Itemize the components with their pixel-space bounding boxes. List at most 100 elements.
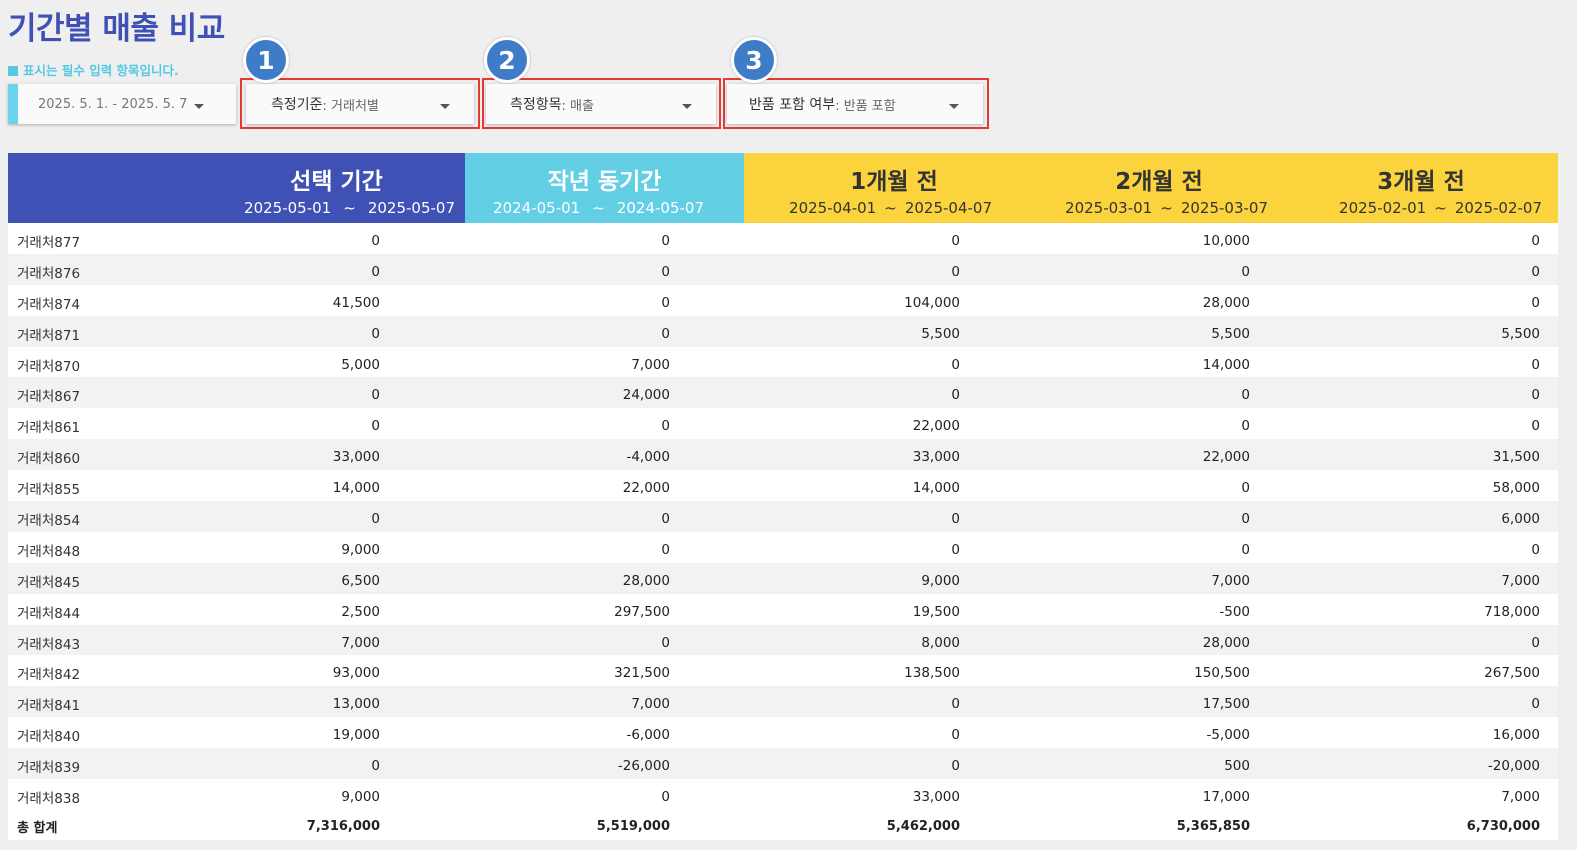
cell-1-month: 33,000 bbox=[912, 789, 960, 806]
required-note: 표시는 필수 입력 항목입니다. bbox=[8, 60, 179, 79]
table-row[interactable]: 거래처842 93,000 321,500 138,500 150,500 267,500 bbox=[8, 655, 1558, 687]
cell-3-months: 7,000 bbox=[1501, 789, 1540, 806]
header-title: 1개월 전 bbox=[850, 169, 938, 195]
cell-3-months: 0 bbox=[1531, 294, 1540, 311]
cell-1-month: 19,500 bbox=[912, 603, 960, 620]
cell-selected: 0 bbox=[371, 233, 380, 249]
table-row[interactable]: 거래처840 19,000 -6,000 0 -5,000 16,000 bbox=[8, 717, 1558, 749]
row-name: 거래처840 bbox=[17, 729, 81, 746]
cell-2-months: 0 bbox=[1241, 263, 1250, 280]
metric-dropdown[interactable]: 측정항목: 매출 bbox=[486, 84, 716, 124]
table-row[interactable]: 거래처848 9,000 0 0 0 0 bbox=[8, 531, 1558, 563]
row-name: 거래처848 bbox=[17, 543, 81, 560]
cell-3-months: 0 bbox=[1531, 387, 1540, 404]
table-row[interactable]: 거래처843 7,000 0 8,000 28,000 0 bbox=[8, 624, 1558, 656]
cell-2-months: 5,500 bbox=[1211, 325, 1250, 342]
header-end: 2024-05-07 bbox=[616, 199, 704, 217]
header-start: 2024-05-01 bbox=[493, 199, 581, 217]
table-row[interactable]: 거래처854 0 0 0 0 6,000 bbox=[8, 501, 1558, 532]
table-row[interactable]: 거래처867 0 24,000 0 0 0 bbox=[8, 377, 1558, 409]
table-body: 거래처877 0 0 0 10,000 0 거래처876 0 0 0 0 0 거래처874 41,50… bbox=[8, 223, 1558, 810]
header-end: 2025-03-07 bbox=[1180, 199, 1268, 217]
cell-last-year: -26,000 bbox=[617, 758, 670, 775]
table-row[interactable]: 거래처860 33,000 -4,000 33,000 22,000 31,500 bbox=[8, 439, 1558, 471]
cell-2-months: 0 bbox=[1241, 480, 1250, 497]
table-row[interactable]: 거래처845 6,500 28,000 9,000 7,000 7,000 bbox=[8, 562, 1558, 594]
header-dates: 2025-03-01 ~2025-03-07 bbox=[1065, 199, 1268, 217]
callout-badge-1: 1 bbox=[243, 37, 289, 83]
table-row[interactable]: 거래처839 0 -26,000 0 500 -20,000 bbox=[8, 748, 1558, 780]
cell-selected: 9,000 bbox=[341, 789, 380, 806]
cell-2-months: 7,000 bbox=[1211, 572, 1250, 589]
returns-dropdown[interactable]: 반품 포함 여부: 반품 포함 bbox=[727, 84, 983, 124]
cell-last-year: 0 bbox=[661, 634, 670, 651]
cell-3-months: 58,000 bbox=[1492, 480, 1540, 497]
cell-selected: 7,000 bbox=[341, 634, 380, 651]
header-dates: 2025-04-01 ~2025-04-07 bbox=[789, 199, 992, 217]
header-start: 2025-03-01 bbox=[1065, 199, 1153, 217]
cell-last-year: 0 bbox=[661, 263, 670, 280]
row-name: 거래처843 bbox=[17, 636, 81, 653]
cell-3-months: 0 bbox=[1531, 634, 1540, 651]
cell-2-months: 22,000 bbox=[1202, 449, 1250, 466]
cell-last-year: 0 bbox=[661, 325, 670, 342]
table-row[interactable]: 거래처855 14,000 22,000 14,000 0 58,000 bbox=[8, 470, 1558, 502]
dimension-dropdown[interactable]: 측정기준: 거래처별 bbox=[246, 84, 474, 124]
cell-selected: 93,000 bbox=[332, 665, 380, 682]
header-last-year[interactable]: 작년 동기간 2024-05-01 ~2024-05-07 bbox=[465, 153, 744, 223]
total-2-months: 5,365,850 bbox=[1176, 818, 1250, 834]
row-name: 거래처874 bbox=[17, 296, 81, 313]
cell-3-months: 31,500 bbox=[1492, 449, 1540, 466]
cell-last-year: -4,000 bbox=[626, 449, 670, 466]
table-row[interactable]: 거래처841 13,000 7,000 0 17,500 0 bbox=[8, 686, 1558, 718]
cell-selected: 2,500 bbox=[341, 603, 380, 620]
cell-1-month: 5,500 bbox=[921, 325, 960, 342]
cell-1-month: 0 bbox=[951, 727, 960, 744]
cell-3-months: -20,000 bbox=[1487, 758, 1540, 775]
table-row[interactable]: 거래처877 0 0 0 10,000 0 bbox=[8, 223, 1558, 254]
header-title: 2개월 전 bbox=[1115, 169, 1203, 195]
cell-1-month: 0 bbox=[951, 511, 960, 528]
cell-2-months: 0 bbox=[1241, 541, 1250, 558]
table-row[interactable]: 거래처876 0 0 0 0 0 bbox=[8, 253, 1558, 285]
cell-2-months: -500 bbox=[1219, 603, 1250, 620]
total-selected: 7,316,000 bbox=[306, 818, 380, 834]
cell-last-year: 297,500 bbox=[614, 603, 670, 620]
header-start: 2025-05-01 bbox=[244, 199, 332, 217]
header-selected-period[interactable]: 선택 기간 2025-05-01 ~2025-05-07 bbox=[8, 153, 465, 223]
header-3-months-ago[interactable]: 3개월 전 2025-02-01 ~2025-02-07 bbox=[1284, 153, 1558, 223]
cell-selected: 5,000 bbox=[341, 356, 380, 373]
header-dates: 2024-05-01 ~2024-05-07 bbox=[493, 199, 704, 217]
cell-2-months: 17,000 bbox=[1202, 789, 1250, 806]
table-row[interactable]: 거래처870 5,000 7,000 0 14,000 0 bbox=[8, 346, 1558, 378]
cell-last-year: 0 bbox=[661, 511, 670, 528]
cell-3-months: 0 bbox=[1531, 356, 1540, 373]
cell-selected: 0 bbox=[371, 387, 380, 404]
row-name: 거래처861 bbox=[17, 420, 81, 437]
header-1-month-ago[interactable]: 1개월 전 2025-04-01 ~2025-04-07 bbox=[744, 153, 1044, 223]
header-title: 3개월 전 bbox=[1377, 169, 1465, 195]
cell-3-months: 16,000 bbox=[1492, 727, 1540, 744]
table-row[interactable]: 거래처844 2,500 297,500 19,500 -500 718,000 bbox=[8, 593, 1558, 625]
metric-value: : 매출 bbox=[561, 98, 594, 114]
table-row[interactable]: 거래처861 0 0 22,000 0 0 bbox=[8, 408, 1558, 440]
header-2-months-ago[interactable]: 2개월 전 2025-03-01 ~2025-03-07 bbox=[1014, 153, 1304, 223]
cell-3-months: 0 bbox=[1531, 263, 1540, 280]
row-name: 거래처870 bbox=[17, 358, 81, 375]
table-row[interactable]: 거래처874 41,500 0 104,000 28,000 0 bbox=[8, 284, 1558, 316]
row-name: 거래처871 bbox=[17, 327, 81, 344]
metric-label: 측정항목 bbox=[510, 97, 562, 113]
cell-1-month: 0 bbox=[951, 263, 960, 280]
header-sep: ~ bbox=[884, 199, 897, 217]
cell-last-year: 7,000 bbox=[631, 356, 670, 373]
header-end: 2025-05-07 bbox=[367, 199, 455, 217]
dimension-value: : 거래처별 bbox=[322, 98, 379, 114]
table-row[interactable]: 거래처838 9,000 0 33,000 17,000 7,000 bbox=[8, 779, 1558, 810]
callout-badge-3: 3 bbox=[731, 37, 777, 83]
date-range-picker[interactable]: 2025. 5. 1. - 2025. 5. 7 bbox=[8, 84, 236, 124]
header-dates: 2025-02-01 ~2025-02-07 bbox=[1339, 199, 1542, 217]
cell-1-month: 14,000 bbox=[912, 480, 960, 497]
row-name: 거래처867 bbox=[17, 389, 81, 406]
table-row[interactable]: 거래처871 0 0 5,500 5,500 5,500 bbox=[8, 315, 1558, 347]
chevron-down-icon bbox=[194, 104, 204, 109]
